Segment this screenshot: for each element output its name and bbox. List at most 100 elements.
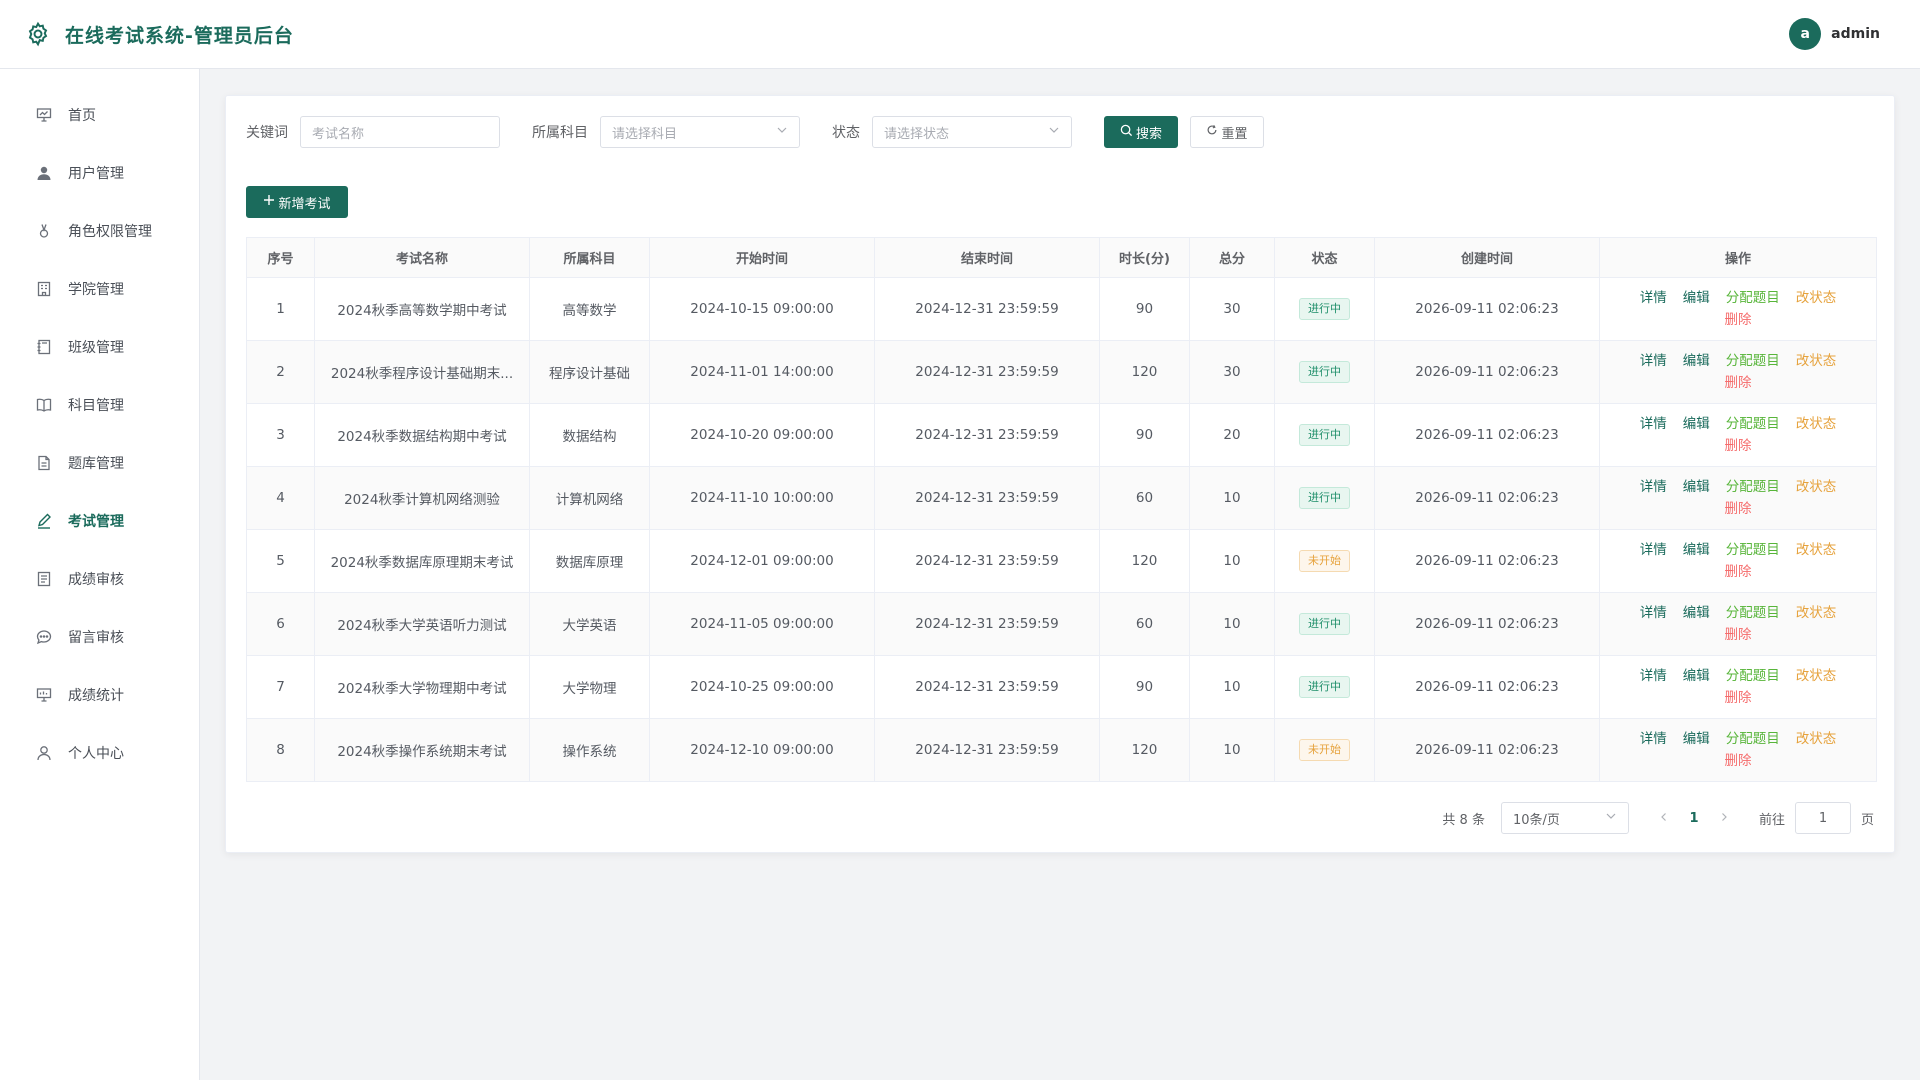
- sidebar-item-10[interactable]: 成绩统计: [0, 666, 199, 724]
- cell-start: 2024-11-01 14:00:00: [649, 340, 875, 404]
- change-status-link[interactable]: 改状态: [1796, 353, 1837, 369]
- column-header: 操作: [1599, 237, 1877, 278]
- plus-icon: [263, 194, 278, 210]
- status-badge: 进行中: [1299, 487, 1350, 509]
- change-status-link[interactable]: 改状态: [1796, 668, 1837, 684]
- assign-questions-link[interactable]: 分配题目: [1726, 731, 1780, 747]
- edit-link[interactable]: 编辑: [1683, 668, 1710, 684]
- sidebar-item-6[interactable]: 题库管理: [0, 434, 199, 492]
- keyword-input[interactable]: 考试名称: [300, 116, 500, 148]
- table-row: 8 2024秋季操作系统期末考试 操作系统 2024-12-10 09:00:00 20…: [246, 718, 1877, 782]
- reset-button-label: 重置: [1221, 126, 1248, 142]
- cell-end: 2024-12-31 23:59:59: [874, 529, 1100, 593]
- sidebar-item-1[interactable]: 用户管理: [0, 144, 199, 202]
- detail-link[interactable]: 详情: [1640, 731, 1667, 747]
- sidebar-item-7[interactable]: 考试管理: [0, 492, 199, 550]
- assign-questions-link[interactable]: 分配题目: [1726, 290, 1780, 306]
- cell-actions: 详情 编辑 分配题目 改状态删除: [1599, 277, 1877, 341]
- sidebar-item-2[interactable]: 角色权限管理: [0, 202, 199, 260]
- goto-page-input[interactable]: 1: [1794, 802, 1851, 834]
- cell-start: 2024-12-01 09:00:00: [649, 529, 875, 593]
- cell-created: 2026-09-11 02:06:23: [1374, 340, 1600, 404]
- detail-link[interactable]: 详情: [1640, 353, 1667, 369]
- sidebar-item-8[interactable]: 成绩审核: [0, 550, 199, 608]
- assign-questions-link[interactable]: 分配题目: [1726, 542, 1780, 558]
- chevron-left-icon: [1661, 812, 1666, 821]
- user-menu[interactable]: a admin: [1789, 18, 1880, 50]
- sidebar-item-5[interactable]: 科目管理: [0, 376, 199, 434]
- change-status-link[interactable]: 改状态: [1796, 290, 1837, 306]
- detail-link[interactable]: 详情: [1640, 605, 1667, 621]
- assign-questions-link[interactable]: 分配题目: [1726, 416, 1780, 432]
- delete-link[interactable]: 删除: [1725, 312, 1752, 328]
- assign-questions-link[interactable]: 分配题目: [1726, 353, 1780, 369]
- assign-questions-link[interactable]: 分配题目: [1726, 668, 1780, 684]
- sidebar-item-9[interactable]: 留言审核: [0, 608, 199, 666]
- table-row: 6 2024秋季大学英语听力测试 大学英语 2024-11-05 09:00:00 20…: [246, 592, 1877, 656]
- delete-link[interactable]: 删除: [1725, 627, 1752, 643]
- delete-link[interactable]: 删除: [1725, 375, 1752, 391]
- delete-link[interactable]: 删除: [1725, 438, 1752, 454]
- detail-link[interactable]: 详情: [1640, 290, 1667, 306]
- detail-link[interactable]: 详情: [1640, 416, 1667, 432]
- edit-link[interactable]: 编辑: [1683, 479, 1710, 495]
- edit-link[interactable]: 编辑: [1683, 353, 1710, 369]
- change-status-link[interactable]: 改状态: [1796, 479, 1837, 495]
- cell-duration: 120: [1099, 718, 1190, 782]
- status-select[interactable]: 请选择状态: [872, 116, 1072, 148]
- edit-link[interactable]: 编辑: [1683, 290, 1710, 306]
- cell-score: 10: [1189, 592, 1275, 656]
- detail-link[interactable]: 详情: [1640, 668, 1667, 684]
- list-icon: [35, 570, 53, 588]
- search-button[interactable]: 搜索: [1104, 116, 1178, 148]
- username[interactable]: admin: [1831, 26, 1880, 42]
- sidebar-item-label: 科目管理: [68, 398, 124, 414]
- change-status-link[interactable]: 改状态: [1796, 605, 1837, 621]
- cell-end: 2024-12-31 23:59:59: [874, 340, 1100, 404]
- exam-table: 序号 考试名称 所属科目 开始时间 结束时间 时长(分) 总分 状态 创建时间 操作 1 2024秋…: [246, 237, 1877, 782]
- edit-link[interactable]: 编辑: [1683, 416, 1710, 432]
- cell-end: 2024-12-31 23:59:59: [874, 466, 1100, 530]
- cell-end: 2024-12-31 23:59:59: [874, 592, 1100, 656]
- reset-button[interactable]: 重置: [1190, 116, 1264, 148]
- add-exam-button[interactable]: 新增考试: [246, 186, 348, 218]
- page-number-current[interactable]: 1: [1679, 811, 1709, 826]
- delete-link[interactable]: 删除: [1725, 501, 1752, 517]
- sidebar-item-3[interactable]: 学院管理: [0, 260, 199, 318]
- edit-link[interactable]: 编辑: [1683, 605, 1710, 621]
- cell-subject: 大学英语: [529, 592, 650, 656]
- change-status-link[interactable]: 改状态: [1796, 416, 1837, 432]
- delete-link[interactable]: 删除: [1725, 690, 1752, 706]
- edit-link[interactable]: 编辑: [1683, 731, 1710, 747]
- presentation-icon: [35, 106, 53, 124]
- delete-link[interactable]: 删除: [1725, 753, 1752, 769]
- delete-link[interactable]: 删除: [1725, 564, 1752, 580]
- detail-link[interactable]: 详情: [1640, 479, 1667, 495]
- assign-questions-link[interactable]: 分配题目: [1726, 479, 1780, 495]
- change-status-link[interactable]: 改状态: [1796, 542, 1837, 558]
- sidebar-item-4[interactable]: 班级管理: [0, 318, 199, 376]
- goto-page-value: 1: [1818, 810, 1828, 826]
- status-badge: 未开始: [1299, 550, 1350, 572]
- avatar[interactable]: a: [1789, 18, 1822, 50]
- next-page-button[interactable]: [1709, 811, 1739, 826]
- prev-page-button[interactable]: [1649, 811, 1679, 826]
- change-status-link[interactable]: 改状态: [1796, 731, 1837, 747]
- refresh-icon: [1206, 124, 1221, 140]
- assign-questions-link[interactable]: 分配题目: [1726, 605, 1780, 621]
- filter-bar: 关键词 考试名称 所属科目 请选择科目 状态 请选择状态 搜索 重置: [246, 116, 1264, 148]
- subject-select[interactable]: 请选择科目: [600, 116, 800, 148]
- sidebar-item-label: 留言审核: [68, 630, 124, 646]
- sidebar-item-11[interactable]: 个人中心: [0, 724, 199, 782]
- detail-link[interactable]: 详情: [1640, 542, 1667, 558]
- page-size-select[interactable]: 10条/页: [1500, 802, 1629, 834]
- edit-link[interactable]: 编辑: [1683, 542, 1710, 558]
- cell-subject: 操作系统: [529, 718, 650, 782]
- cell-name: 2024秋季计算机网络测验: [314, 466, 530, 530]
- top-header: 在线考试系统-管理员后台 a admin: [0, 0, 1920, 69]
- status-badge: 进行中: [1299, 676, 1350, 698]
- cell-score: 20: [1189, 403, 1275, 467]
- cell-subject: 高等数学: [529, 277, 650, 341]
- cell-no: 7: [246, 655, 315, 719]
- sidebar-item-0[interactable]: 首页: [0, 86, 199, 144]
